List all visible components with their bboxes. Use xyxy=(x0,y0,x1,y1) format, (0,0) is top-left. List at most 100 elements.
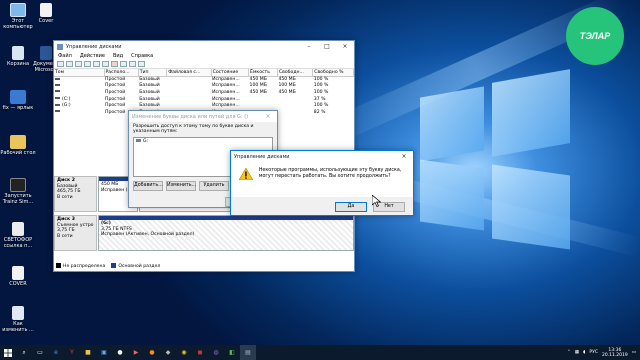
close-button[interactable]: × xyxy=(395,153,413,160)
desktop-icon-label: Корзина xyxy=(6,61,30,67)
word-document-icon xyxy=(40,46,52,60)
column-header[interactable]: Ёмкость xyxy=(248,69,278,77)
table-cell xyxy=(277,102,312,109)
table-cell: 100 МБ xyxy=(278,83,296,89)
column-header[interactable]: Располо... xyxy=(104,69,139,77)
list-item[interactable]: G: xyxy=(143,139,148,144)
computer-icon xyxy=(10,3,26,17)
windows-logo-pane xyxy=(492,69,570,157)
volume-icon[interactable]: ◖ xyxy=(583,350,585,355)
start-button[interactable] xyxy=(0,345,16,360)
list-icon[interactable] xyxy=(75,61,82,67)
app-icon[interactable]: ◆ xyxy=(160,345,176,360)
edge-icon[interactable]: e xyxy=(48,345,64,360)
desktop-icon-how-to[interactable]: Как изменить ... xyxy=(0,306,36,333)
column-header[interactable]: Том xyxy=(54,69,105,77)
close-button[interactable]: × xyxy=(259,113,277,120)
column-header[interactable]: Состояние xyxy=(211,69,250,77)
menu-bar: Файл Действие Вид Справка xyxy=(54,52,354,60)
chrome-icon[interactable]: ◉ xyxy=(176,345,192,360)
menu-action[interactable]: Действие xyxy=(80,53,105,59)
table-cell: (C:) xyxy=(54,96,104,103)
remove-button[interactable]: Удалить xyxy=(199,181,229,191)
back-icon[interactable] xyxy=(57,61,64,67)
table-row[interactable]: Простой Базовый Исправен... 450 МБ 450 МБ 100… xyxy=(54,76,354,83)
firefox-icon[interactable]: ● xyxy=(144,345,160,360)
desktop-icon-cover-2[interactable]: COVER xyxy=(0,266,36,287)
help-icon[interactable] xyxy=(84,61,91,67)
disk-label[interactable]: Диск 3 Съемное устро 3,75 ГБ В сети xyxy=(54,215,97,251)
yandex-icon[interactable]: Y xyxy=(64,345,80,360)
task-view-icon[interactable]: ▭ xyxy=(32,345,48,360)
table-row[interactable]: (G:) Простой Базовый Исправен... 100 % xyxy=(54,102,354,109)
desktop-icon-svetofor[interactable]: СВЕТОФОР ссылка п... xyxy=(0,222,36,249)
open-icon[interactable] xyxy=(129,61,136,67)
close-button[interactable]: × xyxy=(336,43,354,50)
table-cell: 450 МБ xyxy=(249,89,267,95)
viber-icon[interactable]: ◍ xyxy=(208,345,224,360)
change-button[interactable]: Изменить... xyxy=(166,181,196,191)
volume-icon xyxy=(55,103,60,106)
add-button[interactable]: Добавить... xyxy=(133,181,163,191)
table-cell: Базовый xyxy=(139,89,160,95)
column-header[interactable]: Свободн... xyxy=(277,69,314,77)
view-icon[interactable] xyxy=(138,61,145,67)
desktop-icon-desktop-folder[interactable]: Рабочий стол xyxy=(0,135,36,156)
table-row[interactable]: (C:) Простой Базовый Исправен... 37 % xyxy=(54,96,354,103)
app-icon[interactable]: ◼ xyxy=(192,345,208,360)
dialog-titlebar[interactable]: Изменение буквы диска или путей для G: (… xyxy=(129,111,277,122)
menu-view[interactable]: Вид xyxy=(113,53,123,59)
table-row[interactable]: Простой Базовый Исправен... 100 МБ 100 МБ 100… xyxy=(54,83,354,90)
media-icon[interactable]: ▶ xyxy=(128,345,144,360)
folder-icon[interactable] xyxy=(102,61,109,67)
network-icon[interactable]: ▦ xyxy=(575,350,579,355)
volume-icon xyxy=(55,97,60,100)
table-cell: 450 МБ xyxy=(278,89,296,95)
clock[interactable]: 13:36 20.11.2019 xyxy=(602,348,628,358)
forward-icon[interactable] xyxy=(66,61,73,67)
app-icon[interactable]: ◧ xyxy=(224,345,240,360)
menu-file[interactable]: Файл xyxy=(58,53,72,59)
minimize-button[interactable]: – xyxy=(300,43,318,50)
delete-icon[interactable] xyxy=(111,61,118,67)
maximize-button[interactable]: □ xyxy=(318,43,336,50)
game-icon[interactable]: ● xyxy=(112,345,128,360)
desktop-icon-trainz[interactable]: Запустить Trainz Sim... xyxy=(0,178,36,205)
partition-box[interactable]: (G:) 3,75 ГБ NTFS Исправен (Активен, Осн… xyxy=(98,215,354,251)
tray-chevron-icon[interactable]: ⌃ xyxy=(567,350,571,355)
folder-icon xyxy=(10,135,26,149)
explorer-icon[interactable]: ■ xyxy=(80,345,96,360)
desktop-icon-cover[interactable]: Cover xyxy=(28,3,64,24)
legend-item: Не распределена xyxy=(56,263,105,269)
desktop-icon-fix-shortcut[interactable]: fix — ярлык xyxy=(0,90,36,111)
disk-management-taskbar-icon[interactable]: ▤ xyxy=(240,345,256,360)
search-icon[interactable]: ⌕ xyxy=(16,345,32,360)
mouse-cursor xyxy=(372,195,381,207)
table-cell: 82 % xyxy=(313,109,326,115)
menu-help[interactable]: Справка xyxy=(131,53,153,59)
table-cell xyxy=(167,83,211,90)
table-cell: Простой xyxy=(105,96,126,102)
check-icon[interactable] xyxy=(120,61,127,67)
dialog-titlebar[interactable]: Управление дисками × xyxy=(231,151,413,162)
table-cell: Простой xyxy=(105,89,126,95)
table-cell: 100 % xyxy=(313,83,329,89)
column-header[interactable]: Тип xyxy=(138,69,168,77)
window-titlebar[interactable]: Управление дисками – □ × xyxy=(54,41,354,52)
table-row[interactable]: Простой Базовый Исправен... 450 МБ 450 МБ 100… xyxy=(54,89,354,96)
language-indicator[interactable]: РУС xyxy=(589,350,598,355)
legend-item: Основной раздел xyxy=(111,263,160,269)
yes-button[interactable]: Да xyxy=(335,202,367,212)
column-header[interactable]: Свободно % xyxy=(312,69,354,77)
notifications-icon[interactable]: ▭ xyxy=(632,350,636,355)
table-cell xyxy=(277,109,312,116)
traffic-light-icon xyxy=(12,222,24,236)
disk-label[interactable]: Диск 2 Базовый 465,75 ГБ В сети xyxy=(54,176,97,212)
disk-state: В сети xyxy=(57,233,73,239)
brand-logo: ТЭЛАР xyxy=(566,7,624,65)
table-cell: 100 % xyxy=(313,89,329,95)
column-header[interactable]: Файловая с... xyxy=(166,69,212,77)
properties-icon[interactable] xyxy=(93,61,100,67)
document-icon xyxy=(12,306,24,320)
store-icon[interactable]: ▣ xyxy=(96,345,112,360)
